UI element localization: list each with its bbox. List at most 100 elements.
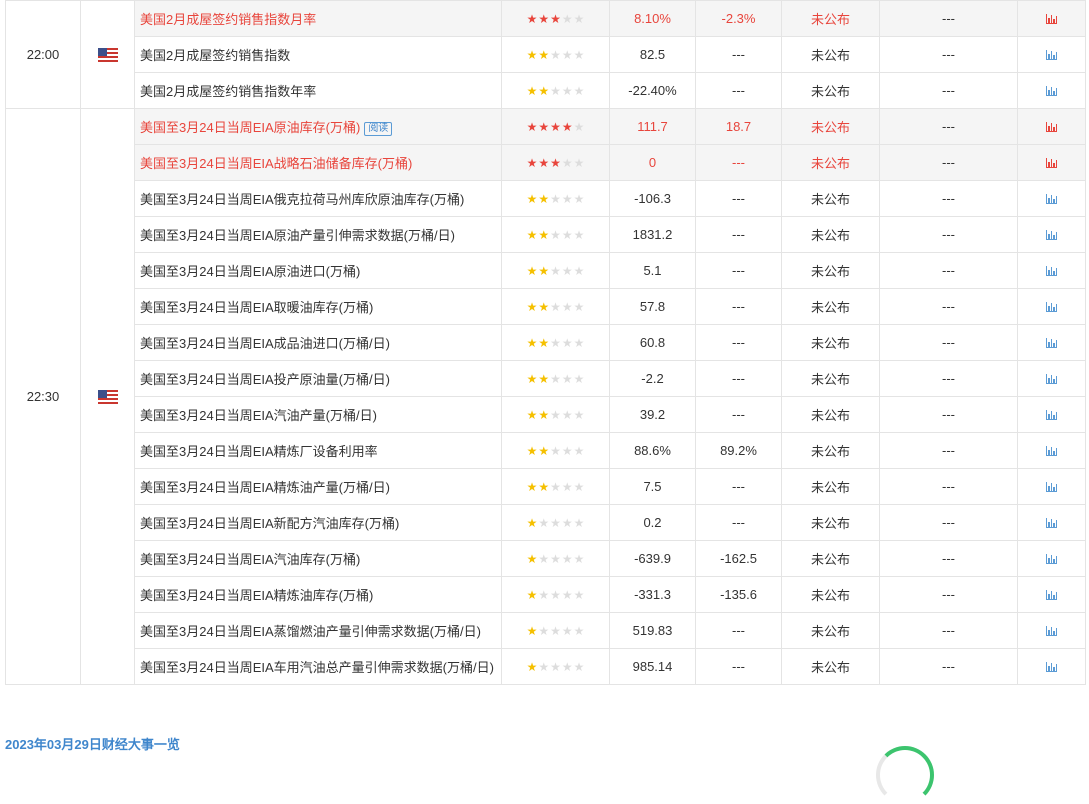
bar-chart-icon[interactable] — [1046, 230, 1057, 240]
impact-value: --- — [879, 576, 1018, 613]
indicator-name[interactable]: 美国至3月24日当周EIA原油进口(万桶) — [140, 264, 360, 279]
importance-stars: ★ ★ ★ ★ ★ — [527, 408, 585, 422]
indicator-cell[interactable]: 美国至3月24日当周EIA精炼油产量(万桶/日) — [134, 468, 502, 505]
indicator-cell[interactable]: 美国至3月24日当周EIA成品油进口(万桶/日) — [134, 324, 502, 361]
impact-value: --- — [879, 504, 1018, 541]
chart-cell[interactable] — [1017, 72, 1086, 109]
indicator-cell[interactable]: 美国至3月24日当周EIA原油库存(万桶) 阅读 — [134, 108, 502, 145]
bar-chart-icon[interactable] — [1046, 50, 1057, 60]
bar-chart-icon[interactable] — [1046, 554, 1057, 564]
bar-chart-icon[interactable] — [1046, 338, 1057, 348]
indicator-name[interactable]: 美国至3月24日当周EIA新配方汽油库存(万桶) — [140, 516, 399, 531]
bar-chart-icon[interactable] — [1046, 266, 1057, 276]
indicator-name[interactable]: 美国至3月24日当周EIA汽油库存(万桶) — [140, 552, 360, 567]
read-badge[interactable]: 阅读 — [364, 121, 393, 136]
indicator-name[interactable]: 美国2月成屋签约销售指数月率 — [140, 12, 316, 27]
indicator-name[interactable]: 美国至3月24日当周EIA精炼油库存(万桶) — [140, 588, 373, 603]
bar-chart-icon[interactable] — [1046, 518, 1057, 528]
indicator-name[interactable]: 美国至3月24日当周EIA汽油产量(万桶/日) — [140, 408, 377, 423]
star-icon: ★ — [561, 48, 573, 62]
time-cell: 22:00 — [5, 0, 81, 109]
indicator-cell[interactable]: 美国至3月24日当周EIA战略石油储备库存(万桶) — [134, 144, 502, 181]
bar-chart-icon[interactable] — [1046, 446, 1057, 456]
indicator-name[interactable]: 美国2月成屋签约销售指数 — [140, 48, 290, 63]
star-icon: ★ — [573, 660, 585, 674]
bar-chart-icon[interactable] — [1046, 14, 1057, 24]
indicator-cell[interactable]: 美国至3月24日当周EIA蒸馏燃油产量引伸需求数据(万桶/日) — [134, 612, 502, 649]
indicator-cell[interactable]: 美国至3月24日当周EIA新配方汽油库存(万桶) — [134, 504, 502, 541]
indicator-cell[interactable]: 美国2月成屋签约销售指数年率 — [134, 72, 502, 109]
chart-cell[interactable] — [1017, 180, 1086, 217]
actual-value: 未公布 — [781, 108, 880, 145]
indicator-cell[interactable]: 美国至3月24日当周EIA取暖油库存(万桶) — [134, 288, 502, 325]
chart-cell[interactable] — [1017, 288, 1086, 325]
bar-chart-icon[interactable] — [1046, 122, 1057, 132]
indicator-name[interactable]: 美国至3月24日当周EIA原油库存(万桶) — [140, 120, 360, 135]
bar-chart-icon[interactable] — [1046, 374, 1057, 384]
indicator-name[interactable]: 美国至3月24日当周EIA投产原油量(万桶/日) — [140, 372, 390, 387]
chart-cell[interactable] — [1017, 612, 1086, 649]
chart-cell[interactable] — [1017, 360, 1086, 397]
indicator-name[interactable]: 美国至3月24日当周EIA取暖油库存(万桶) — [140, 300, 373, 315]
indicator-cell[interactable]: 美国至3月24日当周EIA原油产量引伸需求数据(万桶/日) — [134, 216, 502, 253]
table-row: 美国至3月24日当周EIA汽油产量(万桶/日) ★ ★ ★ ★ ★ 39.2 --- 未公布 --… — [6, 396, 1086, 433]
indicator-name[interactable]: 美国至3月24日当周EIA俄克拉荷马州库欣原油库存(万桶) — [140, 192, 464, 207]
indicator-cell[interactable]: 美国至3月24日当周EIA原油进口(万桶) — [134, 252, 502, 289]
importance-stars: ★ ★ ★ ★ ★ — [527, 624, 585, 638]
impact-value: --- — [879, 540, 1018, 577]
indicator-cell[interactable]: 美国至3月24日当周EIA汽油库存(万桶) — [134, 540, 502, 577]
indicator-name[interactable]: 美国至3月24日当周EIA蒸馏燃油产量引伸需求数据(万桶/日) — [140, 624, 481, 639]
daily-events-link[interactable]: 2023年03月29日财经大事一览 — [5, 734, 180, 753]
bar-chart-icon[interactable] — [1046, 194, 1057, 204]
bar-chart-icon[interactable] — [1046, 86, 1057, 96]
indicator-cell[interactable]: 美国至3月24日当周EIA精炼厂设备利用率 — [134, 432, 502, 469]
forecast-value: -162.5 — [695, 540, 782, 577]
indicator-cell[interactable]: 美国至3月24日当周EIA俄克拉荷马州库欣原油库存(万桶) — [134, 180, 502, 217]
bar-chart-icon[interactable] — [1046, 626, 1057, 636]
star-icon: ★ — [538, 228, 550, 242]
star-icon: ★ — [526, 264, 538, 278]
chart-cell[interactable] — [1017, 0, 1086, 37]
bar-chart-icon[interactable] — [1046, 590, 1057, 600]
indicator-name[interactable]: 美国至3月24日当周EIA车用汽油总产量引伸需求数据(万桶/日) — [140, 660, 494, 675]
chart-cell[interactable] — [1017, 468, 1086, 505]
bar-chart-icon[interactable] — [1046, 302, 1057, 312]
indicator-name[interactable]: 美国至3月24日当周EIA原油产量引伸需求数据(万桶/日) — [140, 228, 455, 243]
star-icon: ★ — [561, 444, 573, 458]
chart-cell[interactable] — [1017, 144, 1086, 181]
indicator-cell[interactable]: 美国2月成屋签约销售指数 — [134, 36, 502, 73]
bar-chart-icon[interactable] — [1046, 158, 1057, 168]
chart-cell[interactable] — [1017, 540, 1086, 577]
indicator-cell[interactable]: 美国2月成屋签约销售指数月率 — [134, 0, 502, 37]
indicator-cell[interactable]: 美国至3月24日当周EIA投产原油量(万桶/日) — [134, 360, 502, 397]
bar-chart-icon[interactable] — [1046, 662, 1057, 672]
chart-cell[interactable] — [1017, 216, 1086, 253]
indicator-cell[interactable]: 美国至3月24日当周EIA汽油产量(万桶/日) — [134, 396, 502, 433]
indicator-name[interactable]: 美国2月成屋签约销售指数年率 — [140, 84, 316, 99]
indicator-name[interactable]: 美国至3月24日当周EIA成品油进口(万桶/日) — [140, 336, 390, 351]
chart-cell[interactable] — [1017, 324, 1086, 361]
chart-cell[interactable] — [1017, 252, 1086, 289]
star-icon: ★ — [573, 516, 585, 530]
bar-chart-icon[interactable] — [1046, 410, 1057, 420]
star-icon: ★ — [573, 300, 585, 314]
star-icon: ★ — [538, 48, 550, 62]
star-icon: ★ — [561, 228, 573, 242]
impact-value: --- — [879, 468, 1018, 505]
importance-stars: ★ ★ ★ ★ ★ — [527, 588, 585, 602]
chart-cell[interactable] — [1017, 108, 1086, 145]
previous-value: -22.40% — [609, 72, 696, 109]
chart-cell[interactable] — [1017, 396, 1086, 433]
indicator-cell[interactable]: 美国至3月24日当周EIA车用汽油总产量引伸需求数据(万桶/日) — [134, 648, 502, 685]
chart-cell[interactable] — [1017, 648, 1086, 685]
bar-chart-icon[interactable] — [1046, 482, 1057, 492]
indicator-name[interactable]: 美国至3月24日当周EIA精炼厂设备利用率 — [140, 444, 378, 459]
indicator-cell[interactable]: 美国至3月24日当周EIA精炼油库存(万桶) — [134, 576, 502, 613]
chart-cell[interactable] — [1017, 36, 1086, 73]
indicator-name[interactable]: 美国至3月24日当周EIA精炼油产量(万桶/日) — [140, 480, 390, 495]
chart-cell[interactable] — [1017, 504, 1086, 541]
importance-stars: ★ ★ ★ ★ ★ — [527, 480, 585, 494]
indicator-name[interactable]: 美国至3月24日当周EIA战略石油储备库存(万桶) — [140, 156, 412, 171]
chart-cell[interactable] — [1017, 432, 1086, 469]
chart-cell[interactable] — [1017, 576, 1086, 613]
